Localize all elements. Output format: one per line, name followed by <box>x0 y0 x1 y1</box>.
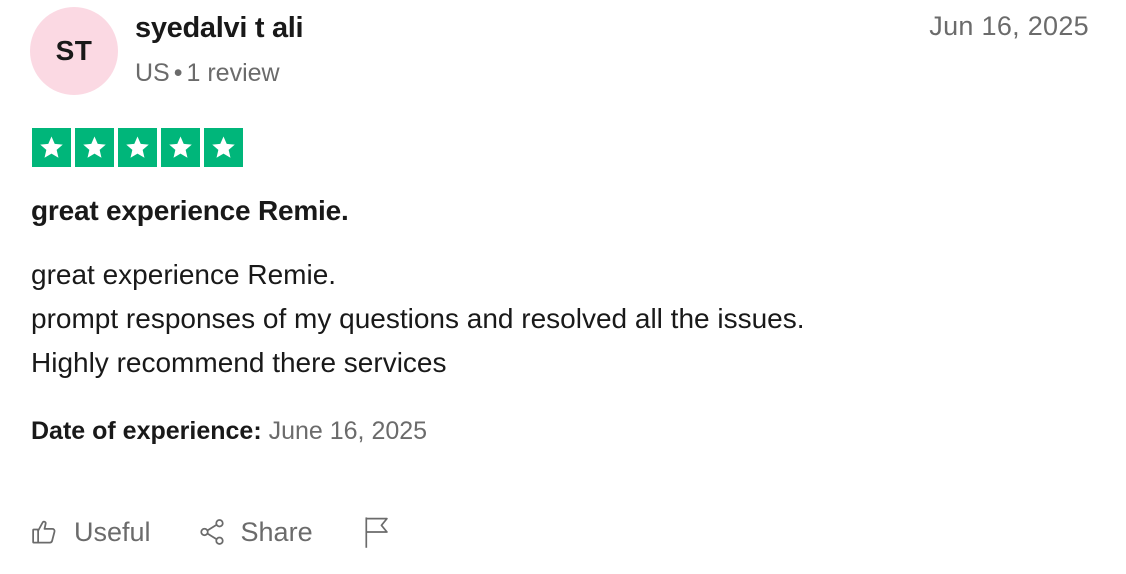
thumbs-up-icon <box>32 520 56 544</box>
report-button[interactable] <box>361 515 391 549</box>
share-button[interactable]: Share <box>197 517 313 548</box>
experience-label: Date of experience: <box>31 417 262 445</box>
star-icon <box>32 128 71 167</box>
share-label: Share <box>240 516 313 547</box>
star-icon <box>204 128 243 167</box>
avatar-initials: ST <box>55 35 93 66</box>
star-icon <box>118 128 157 167</box>
share-icon <box>199 519 224 545</box>
review-body-line: great experience Remie. <box>31 259 337 290</box>
reviewer-review-count: 1 review <box>186 59 280 87</box>
star-icon <box>75 128 114 167</box>
experience-date: June 16, 2025 <box>268 417 428 445</box>
review-body: great experience Remie. prompt responses… <box>31 253 805 385</box>
review-card: ST syedalvi t ali US • 1 review Jun 16, 20… <box>0 0 1126 574</box>
useful-button[interactable]: Useful <box>30 517 151 548</box>
flag-icon <box>365 517 388 548</box>
review-date: Jun 16, 2025 <box>929 11 1089 41</box>
meta-separator: • <box>173 59 183 87</box>
review-body-line: Highly recommend there services <box>31 347 447 378</box>
review-body-line: prompt responses of my questions and res… <box>31 303 805 334</box>
reviewer-meta: US • 1 review <box>135 59 280 88</box>
avatar[interactable]: ST <box>30 7 118 95</box>
reviewer-name[interactable]: syedalvi t ali <box>135 12 304 45</box>
date-of-experience: Date of experience: June 16, 2025 <box>31 417 427 446</box>
reviewer-country: US <box>135 59 170 87</box>
review-title: great experience Remie. <box>31 195 349 226</box>
useful-label: Useful <box>74 516 151 547</box>
star-icon <box>161 128 200 167</box>
review-actions: Useful Share <box>30 512 391 552</box>
star-rating <box>32 128 243 167</box>
